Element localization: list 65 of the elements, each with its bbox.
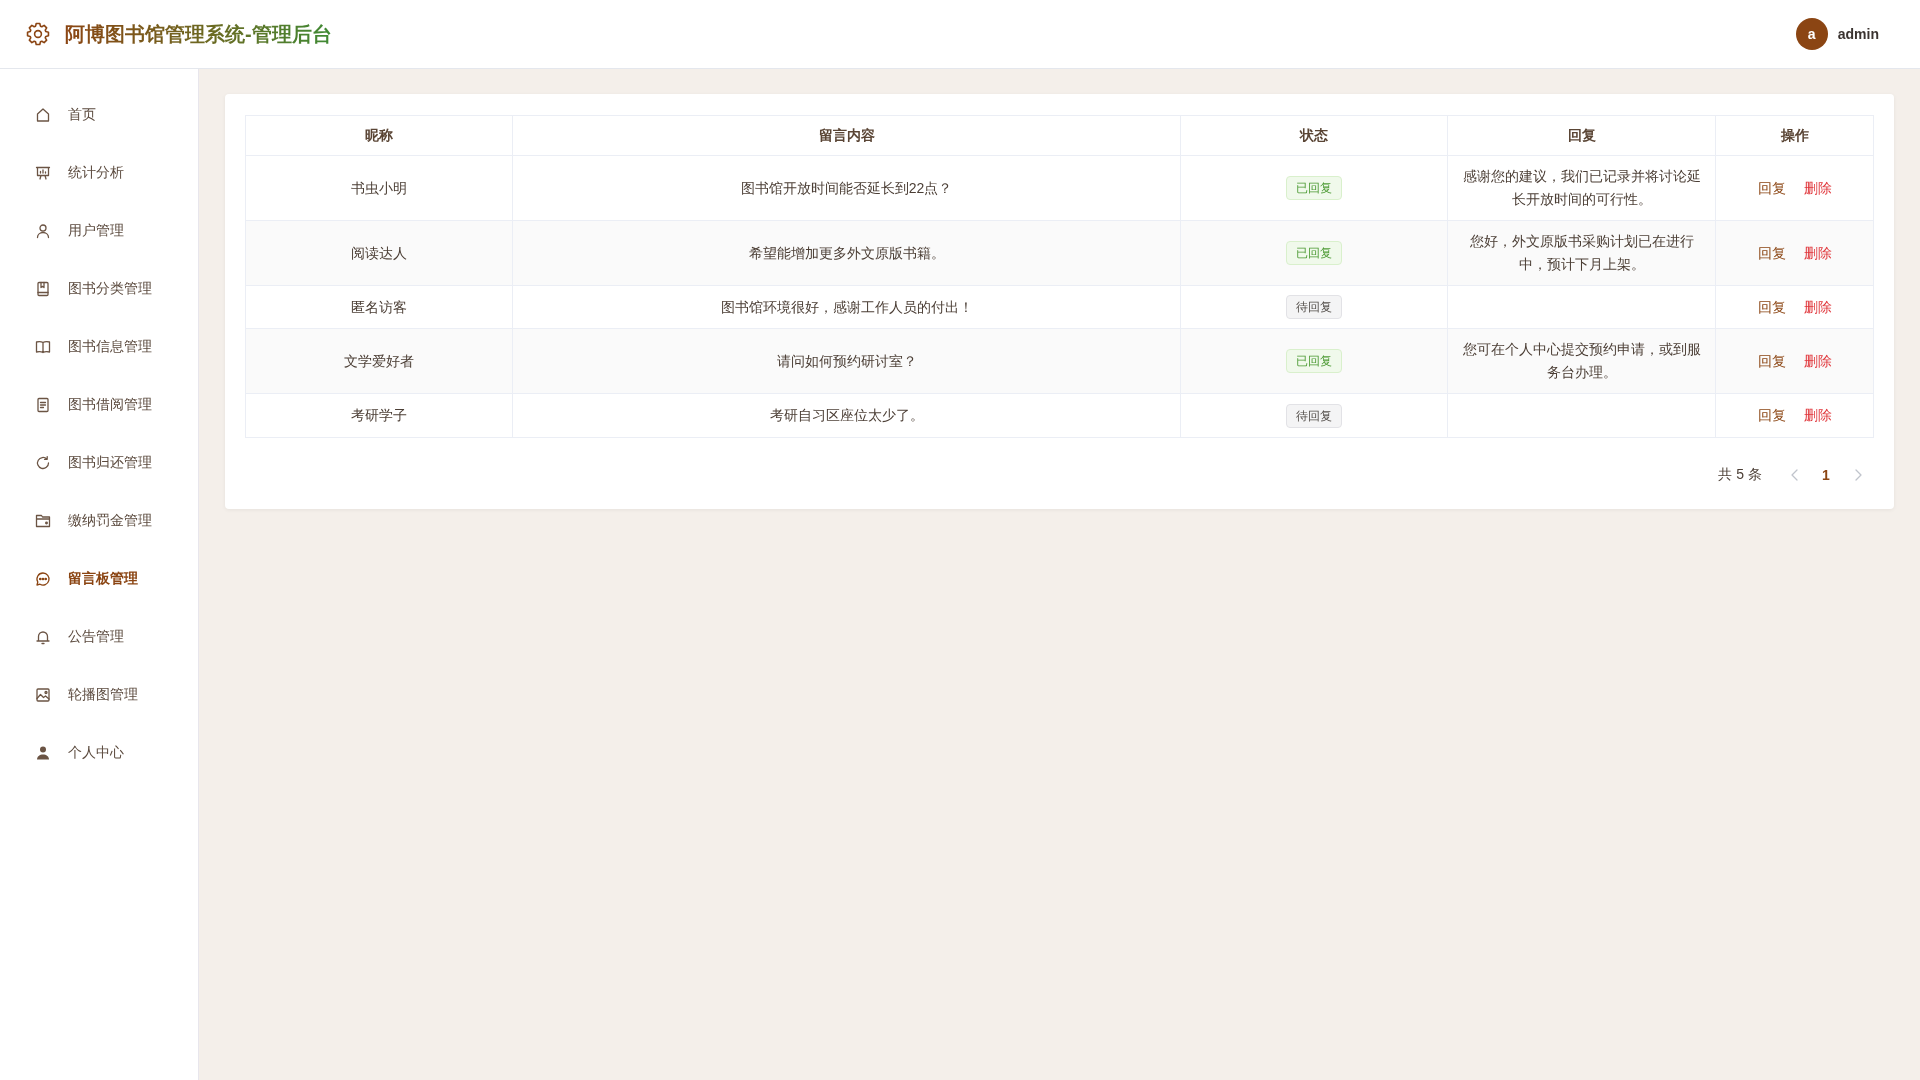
status-tag: 已回复 [1286, 176, 1342, 201]
user-name[interactable]: admin [1837, 26, 1879, 42]
delete-link[interactable]: 删除 [1803, 176, 1832, 200]
table-cell: 请问如何预约研讨室？ [512, 328, 1181, 394]
reply-link[interactable]: 回复 [1757, 176, 1786, 200]
sidebar-item[interactable]: 轮播图管理 [0, 666, 198, 724]
sidebar-item[interactable]: 个人中心 [0, 724, 198, 782]
column-header: 留言内容 [512, 115, 1181, 156]
gear-icon [26, 22, 50, 46]
table-cell: 考研学子 [245, 393, 513, 438]
sidebar-item[interactable]: 图书借阅管理 [0, 376, 198, 434]
sidebar-item[interactable]: 图书归还管理 [0, 434, 198, 492]
table-cell: 感谢您的建议，我们已记录并将讨论延长开放时间的可行性。 [1447, 155, 1716, 221]
table-cell: 书虫小明 [245, 155, 513, 221]
person-icon [35, 745, 51, 761]
person-icon [35, 223, 51, 239]
table-cell: 图书馆开放时间能否延长到22点？ [512, 155, 1181, 221]
presentation-board-icon [35, 165, 51, 181]
reply-link[interactable]: 回复 [1757, 349, 1786, 373]
image-icon [35, 687, 51, 703]
document-icon [35, 397, 51, 413]
user-avatar[interactable]: a [1795, 18, 1828, 50]
column-header: 操作 [1715, 115, 1874, 156]
app-title: 阿博图书馆管理系统-管理后台 [65, 21, 332, 47]
sidebar-item[interactable]: 缴纳罚金管理 [0, 492, 198, 550]
page-number-button[interactable]: 1 [1810, 460, 1842, 489]
bell-icon [35, 629, 51, 645]
sidebar-item[interactable]: 留言板管理 [0, 550, 198, 608]
sidebar-item[interactable]: 统计分析 [0, 144, 198, 202]
delete-link[interactable]: 删除 [1803, 349, 1832, 373]
table-cell: 阅读达人 [245, 220, 513, 286]
sidebar-item[interactable]: 用户管理 [0, 202, 198, 260]
sidebar-item[interactable]: 首页 [0, 86, 198, 144]
reply-link[interactable]: 回复 [1757, 295, 1786, 319]
home-icon [35, 107, 51, 123]
column-header: 状态 [1180, 115, 1448, 156]
status-tag: 待回复 [1286, 295, 1342, 320]
book-icon [35, 281, 51, 297]
sidebar-item[interactable]: 公告管理 [0, 608, 198, 666]
status-tag: 待回复 [1286, 403, 1342, 428]
delete-link[interactable]: 删除 [1803, 295, 1832, 319]
chevron-left-icon [1790, 468, 1798, 481]
table-cell: 您可在个人中心提交预约申请，或到服务台办理。 [1447, 328, 1716, 394]
delete-link[interactable]: 删除 [1803, 241, 1832, 265]
status-tag: 已回复 [1286, 241, 1342, 266]
table-cell: 考研自习区座位太少了。 [512, 393, 1181, 438]
column-header: 回复 [1447, 115, 1716, 156]
column-header: 昵称 [245, 115, 513, 156]
chat-bubble-icon [35, 571, 51, 587]
table-cell: 文学爱好者 [245, 328, 513, 394]
table-cell: 您好，外文原版书采购计划已在进行中，预计下月上架。 [1447, 220, 1716, 286]
status-tag: 已回复 [1286, 349, 1342, 374]
delete-link[interactable]: 删除 [1803, 403, 1832, 427]
table-cell: 匿名访客 [245, 285, 513, 329]
reply-link[interactable]: 回复 [1757, 403, 1786, 427]
sidebar-item[interactable]: 图书信息管理 [0, 318, 198, 376]
reply-link[interactable]: 回复 [1757, 241, 1786, 265]
table-cell: 希望能增加更多外文原版书籍。 [512, 220, 1181, 286]
total-count: 共 5 条 [1718, 465, 1762, 484]
wallet-icon [35, 513, 51, 529]
table-cell: 图书馆环境很好，感谢工作人员的付出！ [512, 285, 1181, 329]
chevron-right-icon [1854, 468, 1862, 481]
open-book-icon [35, 339, 51, 355]
refresh-icon [35, 455, 51, 471]
sidebar-item[interactable]: 图书分类管理 [0, 260, 198, 318]
